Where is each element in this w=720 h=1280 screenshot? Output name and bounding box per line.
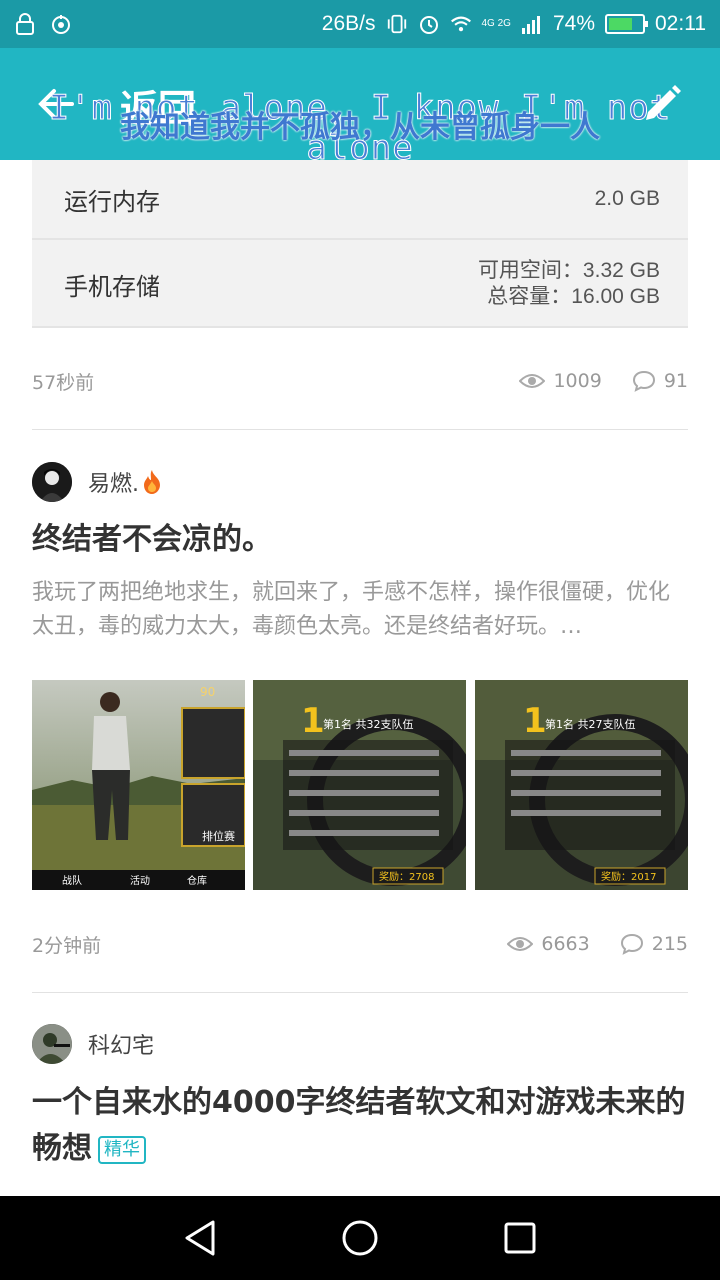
reward-text: 奖励：2708	[379, 870, 434, 883]
comment-icon	[632, 370, 655, 392]
triangle-back-icon	[185, 1220, 215, 1256]
comment-count-value: 215	[651, 933, 688, 955]
author-name[interactable]: 科幻宅	[88, 1028, 154, 1060]
team-tab: 战队	[62, 874, 82, 887]
post-meta: 2分钟前 6663 215	[32, 929, 688, 959]
view-count-value: 6663	[541, 933, 590, 955]
divider	[32, 429, 688, 430]
square-recents-icon	[504, 1222, 536, 1254]
phone-spec-card: 运行内存 2.0 GB 手机存储 可用空间：3.32 GB 总容量：16.00 …	[32, 160, 688, 328]
nav-recents-button[interactable]	[496, 1214, 544, 1262]
ram-value: 2.0 GB	[594, 187, 660, 210]
post-image-grid: 90 排位赛 战队 活动 仓库 1 第1名 共32支队伍 奖励：2708 1 第…	[32, 680, 688, 890]
svg-text:1: 1	[523, 701, 547, 741]
warehouse-tab: 仓库	[187, 874, 207, 887]
lyric-overlay-chinese: 我知道我并不孤独，从未曾孤身一人	[120, 110, 600, 145]
post-image[interactable]: 1 第1名 共32支队伍 奖励：2708	[253, 680, 467, 890]
signal-icon	[521, 13, 543, 35]
ram-label: 运行内存	[64, 187, 160, 216]
alarm-icon	[418, 13, 440, 35]
post-time: 2分钟前	[32, 934, 102, 957]
network-type: 4G 2G	[481, 18, 511, 29]
view-count-value: 1009	[553, 370, 602, 392]
player-level: 90	[200, 685, 215, 699]
eye-icon	[507, 937, 534, 951]
avatar[interactable]	[32, 1024, 72, 1064]
net-speed: 26B/s	[321, 12, 376, 35]
view-count: 1009	[519, 370, 602, 392]
storage-values: 可用空间：3.32 GB 总容量：16.00 GB	[478, 258, 660, 310]
app-notification-icon	[50, 13, 72, 35]
reward-text: 奖励：2017	[601, 870, 656, 883]
eye-icon	[519, 374, 546, 388]
comment-count[interactable]: 215	[620, 933, 688, 955]
ram-row: 运行内存 2.0 GB	[32, 160, 688, 240]
view-count: 6663	[507, 933, 590, 955]
post-title[interactable]: 终结者不会凉的。	[32, 517, 688, 563]
storage-total: 总容量：16.00 GB	[487, 285, 660, 308]
svg-text:1: 1	[301, 701, 325, 741]
storage-row: 手机存储 可用空间：3.32 GB 总容量：16.00 GB	[32, 242, 688, 328]
battery-icon	[605, 14, 648, 34]
post-meta: 57秒前 1009 91	[32, 366, 688, 396]
lock-icon	[14, 13, 36, 35]
nav-home-button[interactable]	[336, 1214, 384, 1262]
post-author[interactable]: 易燃.	[32, 462, 163, 502]
comment-count[interactable]: 91	[632, 370, 688, 392]
app-screen: 26B/s 4G 2G 74% 02:11 返回 I'm not alone, …	[0, 0, 720, 1280]
post-excerpt[interactable]: 我玩了两把绝地求生，就回来了，手感不怎样，操作很僵硬，优化太丑，毒的威力太大，毒…	[32, 576, 688, 644]
post-author[interactable]: 科幻宅	[32, 1024, 154, 1064]
post-time: 57秒前	[32, 371, 95, 394]
ranked-mode-label: 排位赛	[202, 829, 235, 843]
status-bar: 26B/s 4G 2G 74% 02:11	[0, 0, 720, 48]
post-image[interactable]: 90 排位赛 战队 活动 仓库	[32, 680, 246, 890]
system-nav-bar	[0, 1196, 720, 1280]
fire-icon	[144, 470, 160, 494]
post-image[interactable]: 1 第1名 共27支队伍 奖励：2017	[474, 680, 688, 890]
comment-count-value: 91	[663, 370, 688, 392]
rank-text: 第1名 共32支队伍	[323, 717, 414, 731]
clock: 02:11	[655, 12, 706, 35]
wifi-icon	[450, 13, 472, 35]
storage-available: 可用空间：3.32 GB	[477, 259, 660, 282]
divider	[32, 992, 688, 993]
battery-fill	[609, 18, 632, 30]
author-name[interactable]: 易燃.	[88, 466, 139, 498]
storage-label: 手机存储	[64, 272, 160, 301]
comment-icon	[620, 933, 643, 955]
avatar[interactable]	[32, 462, 72, 502]
activity-tab: 活动	[130, 875, 150, 887]
circle-home-icon	[342, 1220, 378, 1256]
featured-badge: 精华	[98, 1135, 146, 1164]
nav-back-button[interactable]	[176, 1214, 224, 1262]
rank-text: 第1名 共27支队伍	[545, 717, 636, 731]
vibrate-icon	[386, 13, 408, 35]
battery-percent: 74%	[552, 12, 595, 35]
post-title[interactable]: 一个自来水的4000字终结者软文和对游戏未来的畅想 精华	[32, 1080, 688, 1172]
